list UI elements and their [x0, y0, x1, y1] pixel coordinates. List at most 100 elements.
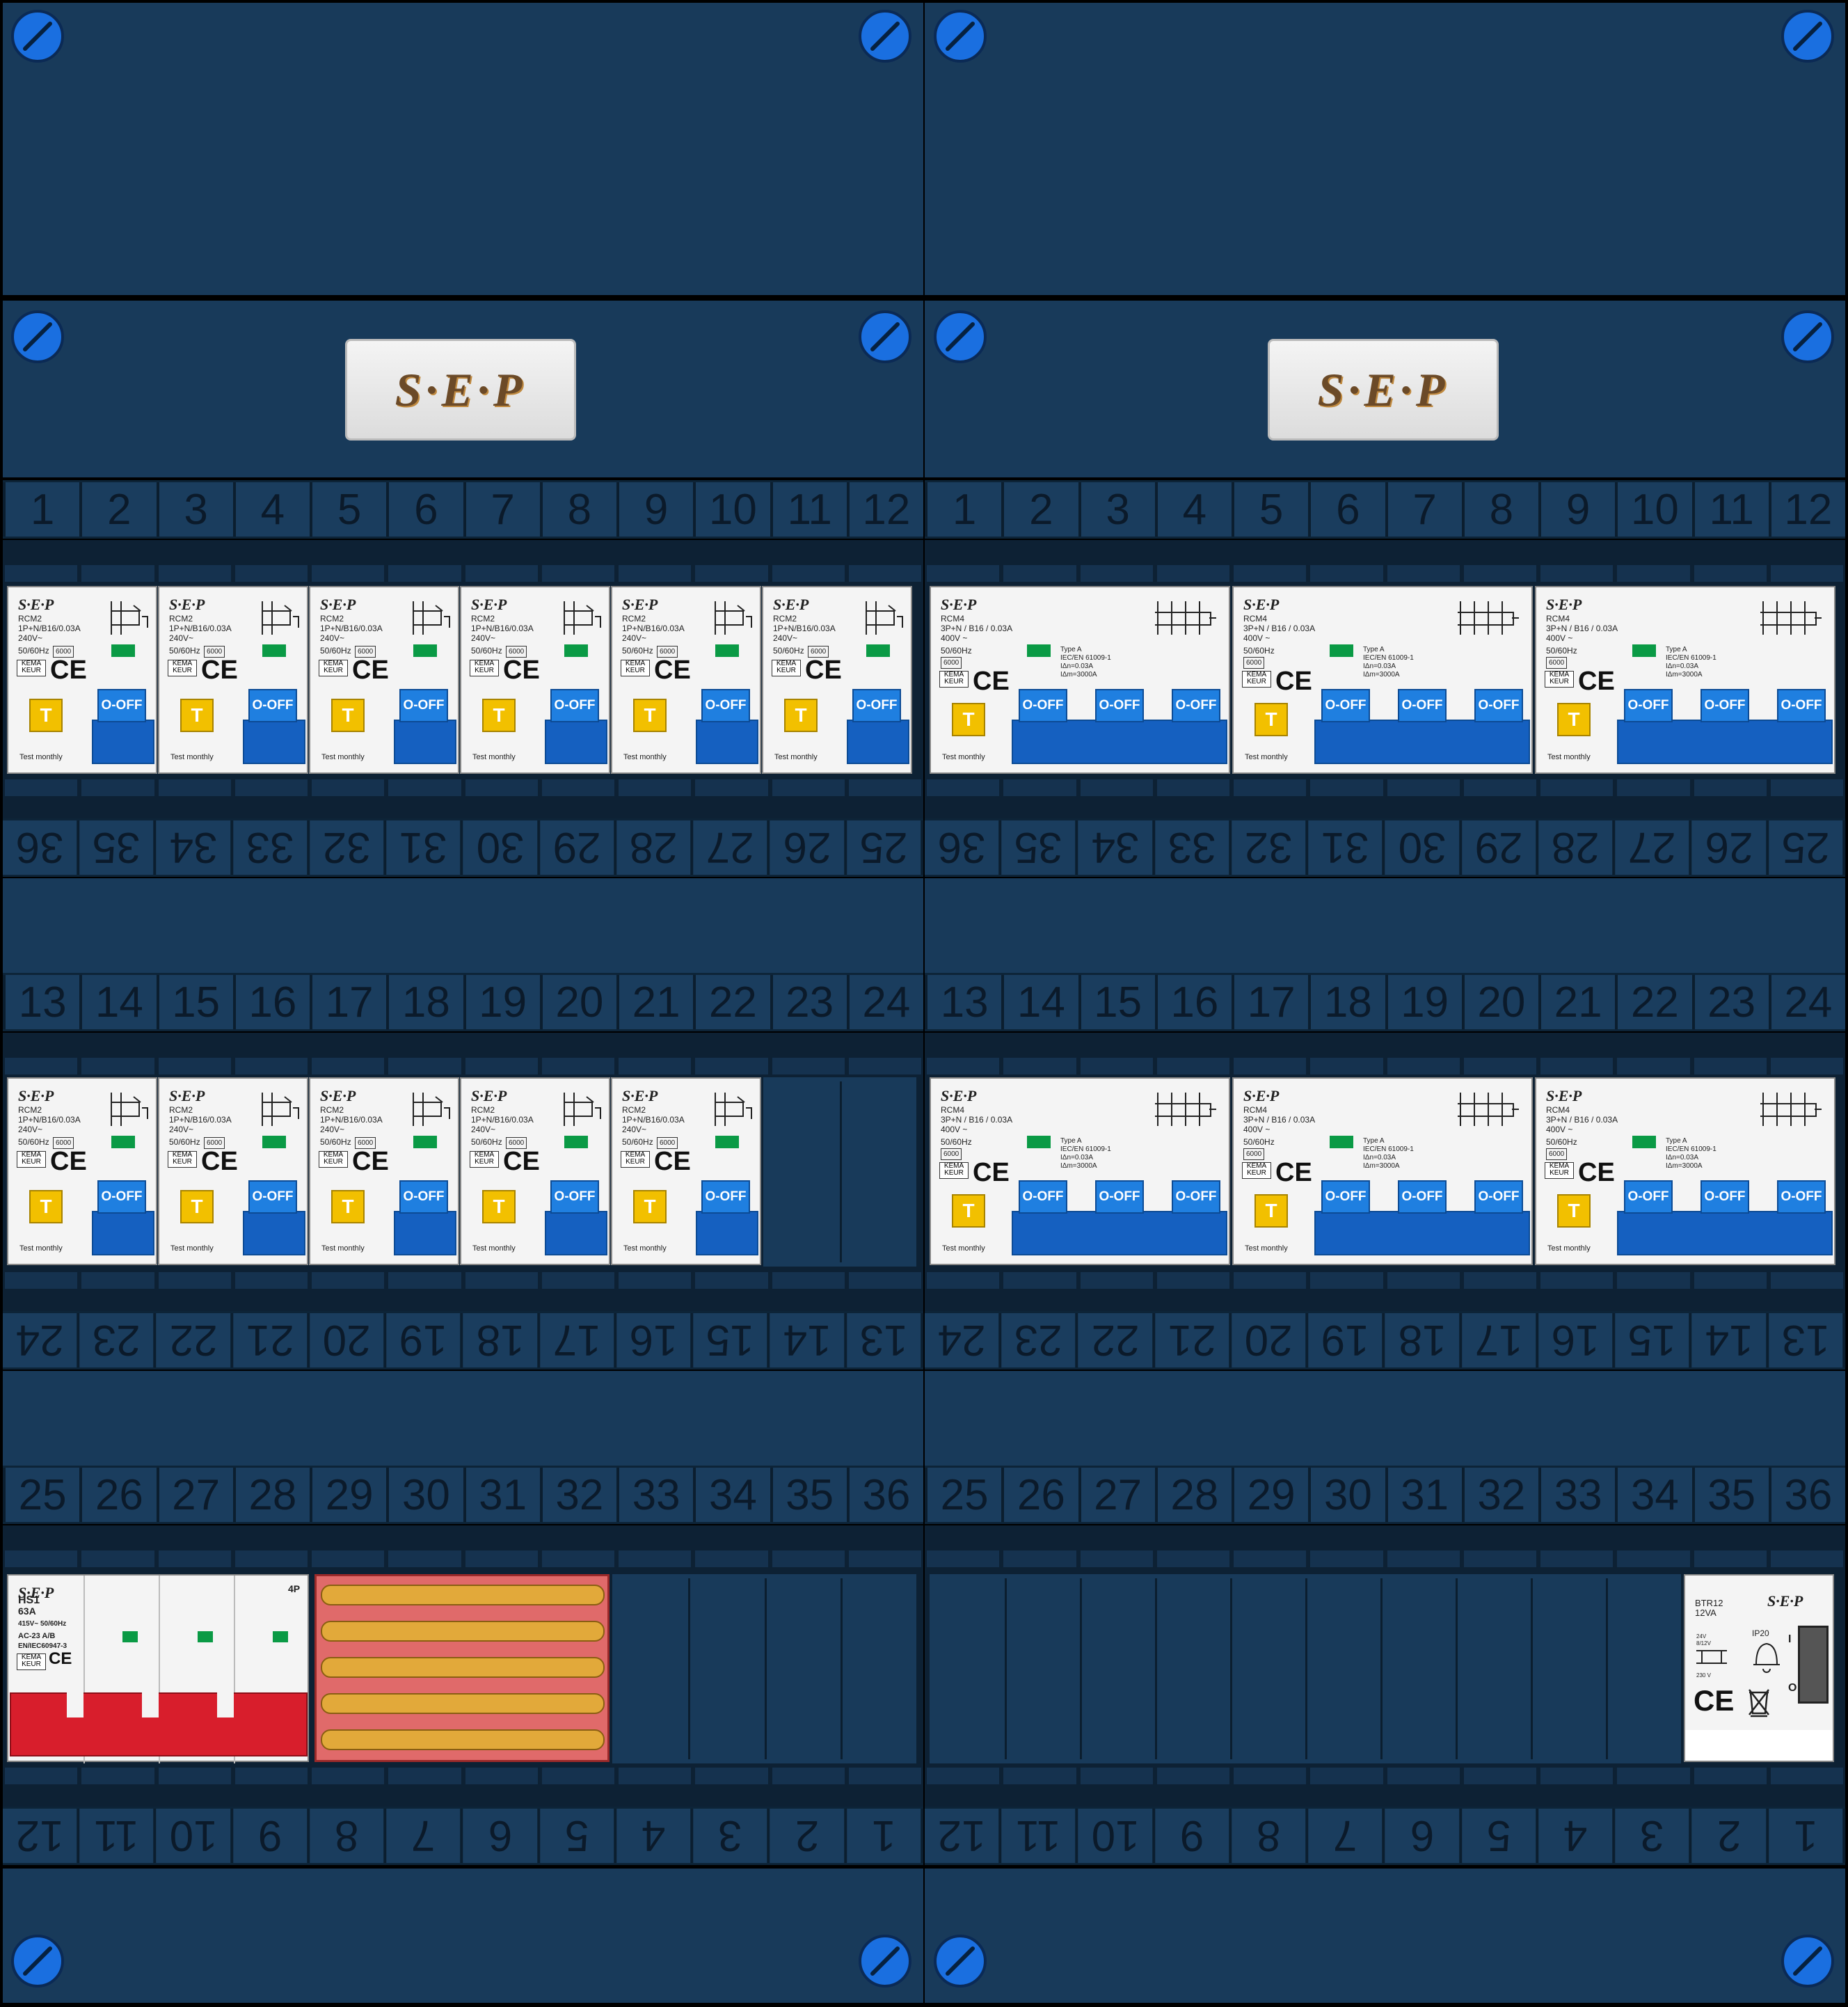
rail-slot-top [1770, 565, 1843, 582]
rocker-switch[interactable] [1798, 1626, 1829, 1704]
status-indicator [122, 1631, 138, 1642]
off-lever[interactable]: O-OFF [550, 1180, 599, 1214]
off-lever[interactable]: O-OFF [1095, 1180, 1144, 1214]
off-lever[interactable]: O-OFF [1019, 1180, 1067, 1214]
rail-slot-bottom [1003, 779, 1076, 796]
off-lever[interactable]: O-OFF [852, 689, 901, 722]
rcbo-rcm4[interactable]: S·E·P RCM4 3P+N / B16 / 0.03A 400V ~ 50/60Hz… [930, 586, 1230, 774]
rcbo-rcm2[interactable]: S·E·P RCM2 1P+N/B16/0.03A 240V~ 50/60Hz 6000 K… [762, 586, 912, 774]
rail-slot-top [772, 1550, 845, 1567]
off-lever[interactable]: O-OFF [1321, 1180, 1370, 1214]
rcbo-rcm4[interactable]: S·E·P RCM4 3P+N / B16 / 0.03A 400V ~ 50/60Hz… [1232, 586, 1533, 774]
way-number: 18 [1385, 1313, 1462, 1367]
rail-slot-bottom [1310, 1768, 1383, 1784]
way-number: 19 [1385, 975, 1462, 1029]
rcbo-rcm2[interactable]: S·E·P RCM2 1P+N/B16/0.03A 240V~ 50/60Hz 6000 K… [611, 586, 761, 774]
rcbo-rcm2[interactable]: S·E·P RCM2 1P+N/B16/0.03A 240V~ 50/60Hz 6000 K… [7, 1077, 157, 1265]
device-spec-text: RCM4 [1243, 614, 1268, 624]
device-spec-text: RCM2 [18, 1105, 42, 1115]
rail-slot-top [1694, 1058, 1767, 1074]
test-button[interactable]: T [331, 699, 365, 732]
test-button[interactable]: T [482, 699, 516, 732]
rcbo-rcm2[interactable]: S·E·P RCM2 1P+N/B16/0.03A 240V~ 50/60Hz 6000 K… [158, 1077, 308, 1265]
off-lever[interactable]: O-OFF [1474, 1180, 1523, 1214]
off-lever[interactable]: O-OFF [701, 1180, 750, 1214]
off-lever[interactable]: O-OFF [1172, 1180, 1220, 1214]
way-number: 8 [1461, 482, 1538, 537]
blank-divider [1155, 1578, 1157, 1759]
rail-slot-bottom [234, 1768, 308, 1784]
off-lever[interactable]: O-OFF [248, 1180, 297, 1214]
off-lever[interactable]: O-OFF [399, 1180, 448, 1214]
off-lever[interactable]: O-OFF [97, 1180, 146, 1214]
rcbo-rcm2[interactable]: S·E·P RCM2 1P+N/B16/0.03A 240V~ 50/60Hz 6000 K… [7, 586, 157, 774]
class-rating: 6000 [1546, 1148, 1568, 1160]
way-number: 36 [1768, 1468, 1845, 1522]
blank-divider [1531, 1578, 1533, 1759]
test-button[interactable]: T [29, 699, 63, 732]
off-lever[interactable]: O-OFF [1624, 689, 1673, 722]
device-power: 12VA [1695, 1608, 1716, 1618]
rcbo-rcm2[interactable]: S·E·P RCM2 1P+N/B16/0.03A 240V~ 50/60Hz 6000 K… [158, 586, 308, 774]
rcbo-rcm4[interactable]: S·E·P RCM4 3P+N / B16 / 0.03A 400V ~ 50/60Hz… [1535, 586, 1835, 774]
test-button[interactable]: T [1254, 703, 1288, 736]
test-button[interactable]: T [180, 699, 214, 732]
test-button[interactable]: T [180, 1190, 214, 1223]
test-button[interactable]: T [1557, 1194, 1591, 1228]
off-lever[interactable]: O-OFF [1321, 689, 1370, 722]
test-button[interactable]: T [1557, 703, 1591, 736]
device-spec-text: RCM2 [18, 614, 42, 624]
rail-slot-bottom [1770, 779, 1843, 796]
device-spec-text: RCM4 [1546, 614, 1570, 624]
rcbo-rcm4[interactable]: S·E·P RCM4 3P+N / B16 / 0.03A 400V ~ 50/60Hz… [1232, 1077, 1533, 1265]
rcbo-rcm2[interactable]: S·E·P RCM2 1P+N/B16/0.03A 240V~ 50/60Hz 6000 K… [460, 586, 610, 774]
lever-base [243, 720, 305, 764]
off-lever[interactable]: O-OFF [1777, 1180, 1826, 1214]
off-lever[interactable]: O-OFF [1398, 1180, 1447, 1214]
off-lever[interactable]: O-OFF [1172, 689, 1220, 722]
rcbo-rcm4[interactable]: S·E·P RCM4 3P+N / B16 / 0.03A 400V ~ 50/60Hz… [930, 1077, 1230, 1265]
test-monthly-text: Test monthly [942, 1244, 985, 1253]
off-lever[interactable]: O-OFF [1019, 689, 1067, 722]
test-button[interactable]: T [952, 703, 985, 736]
off-lever[interactable]: O-OFF [248, 689, 297, 722]
device-footer [1685, 1730, 1833, 1761]
off-lever[interactable]: O-OFF [1095, 689, 1144, 722]
rcbo-rcm2[interactable]: S·E·P RCM2 1P+N/B16/0.03A 240V~ 50/60Hz 6000 K… [309, 1077, 459, 1265]
main-switch-hs1[interactable]: S·E·P HS1 63A 415V~ 50/60Hz AC-23 A/B EN/IEC6… [7, 1574, 309, 1763]
trip-indicator [1632, 644, 1656, 657]
test-button[interactable]: T [482, 1190, 516, 1223]
rail-slot-bottom [848, 1768, 921, 1784]
test-button[interactable]: T [633, 1190, 667, 1223]
test-monthly-text: Test monthly [774, 753, 818, 761]
way-number: 22 [156, 1313, 233, 1367]
test-button[interactable]: T [331, 1190, 365, 1223]
off-lever[interactable]: O-OFF [550, 689, 599, 722]
off-lever[interactable]: O-OFF [1624, 1180, 1673, 1214]
off-lever[interactable]: O-OFF [1777, 689, 1826, 722]
off-lever[interactable]: O-OFF [1398, 689, 1447, 722]
rcbo-rcm2[interactable]: S·E·P RCM2 1P+N/B16/0.03A 240V~ 50/60Hz 6000 K… [309, 586, 459, 774]
rcbo-rcm2[interactable]: S·E·P RCM2 1P+N/B16/0.03A 240V~ 50/60Hz 6000 K… [460, 1077, 610, 1265]
kema-mark: KEMA KEUR [168, 1151, 197, 1168]
rail-slot-top [465, 1550, 538, 1567]
switch-handle[interactable] [10, 1692, 308, 1756]
off-lever[interactable]: O-OFF [399, 689, 448, 722]
lever-base [1314, 720, 1530, 764]
way-number: 26 [1691, 820, 1769, 875]
way-number: 26 [79, 1468, 156, 1522]
trip-indicator [111, 644, 135, 657]
test-button[interactable]: T [1254, 1194, 1288, 1228]
off-lever[interactable]: O-OFF [1700, 1180, 1749, 1214]
off-lever[interactable]: O-OFF [97, 689, 146, 722]
off-lever[interactable]: O-OFF [1700, 689, 1749, 722]
rcbo-rcm2[interactable]: S·E·P RCM2 1P+N/B16/0.03A 240V~ 50/60Hz 6000 K… [611, 1077, 761, 1265]
rail-slot-top [234, 1058, 308, 1074]
off-lever[interactable]: O-OFF [701, 689, 750, 722]
test-button[interactable]: T [952, 1194, 985, 1228]
off-lever[interactable]: O-OFF [1474, 689, 1523, 722]
rcbo-rcm4[interactable]: S·E·P RCM4 3P+N / B16 / 0.03A 400V ~ 50/60Hz… [1535, 1077, 1835, 1265]
test-button[interactable]: T [633, 699, 667, 732]
test-button[interactable]: T [29, 1190, 63, 1223]
test-button[interactable]: T [784, 699, 818, 732]
